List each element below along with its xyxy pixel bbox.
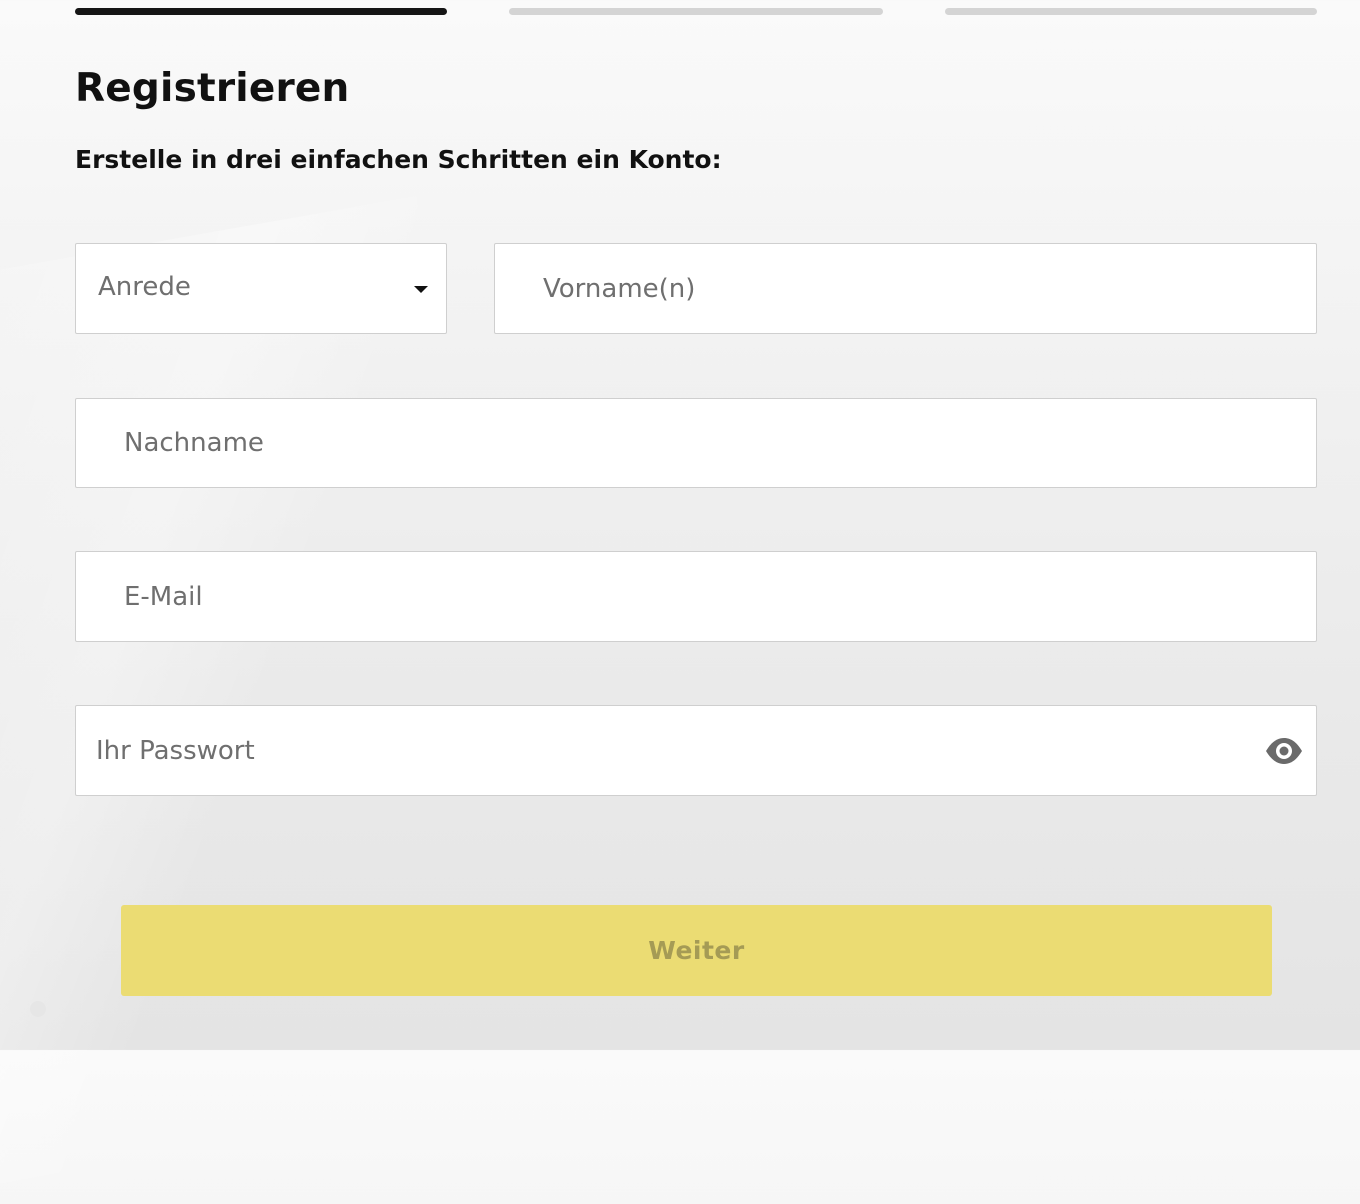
progress-steps	[75, 8, 1317, 15]
page-subtitle: Erstelle in drei einfachen Schritten ein…	[75, 145, 722, 174]
salutation-select-value: Anrede	[98, 272, 191, 302]
eye-icon[interactable]	[1264, 736, 1304, 766]
progress-step-3	[945, 8, 1317, 15]
decorative-dot	[30, 1001, 46, 1017]
last-name-field[interactable]	[76, 399, 1316, 487]
background-sheen	[0, 196, 573, 1204]
progress-step-1	[75, 8, 447, 15]
salutation-select[interactable]: Anrede	[75, 243, 447, 334]
progress-step-2	[509, 8, 883, 15]
first-name-field[interactable]	[495, 244, 1316, 333]
email-field[interactable]	[76, 552, 1316, 641]
page-title: Registrieren	[75, 66, 350, 111]
password-field[interactable]	[76, 706, 1316, 795]
chevron-down-icon	[414, 286, 428, 293]
email-field-wrapper	[75, 551, 1317, 642]
password-field-wrapper	[75, 705, 1317, 796]
next-button[interactable]: Weiter	[121, 905, 1272, 996]
first-name-field-wrapper	[494, 243, 1317, 334]
last-name-field-wrapper	[75, 398, 1317, 488]
